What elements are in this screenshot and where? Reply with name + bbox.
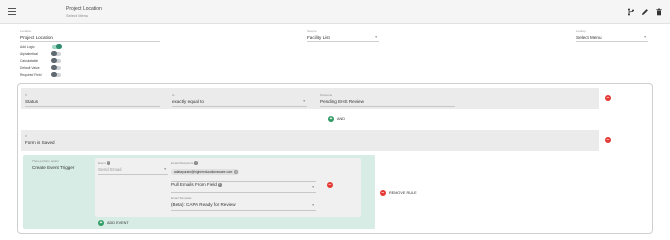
source-select[interactable]: Source Facility List ▾ — [307, 29, 379, 42]
top-bar: Project Location Select Menu — [0, 0, 670, 24]
lookup-value: Select Menu — [576, 35, 602, 40]
toggle-required-field[interactable]: Required Field — [20, 71, 80, 78]
delete-icon[interactable] — [655, 8, 663, 16]
condition-operator-select[interactable]: Is exactly equal to ▾ — [172, 93, 307, 106]
remove-field-icon[interactable]: − — [327, 182, 333, 188]
remove-condition-icon[interactable]: − — [605, 95, 611, 101]
chevron-down-icon: ▾ — [164, 167, 166, 171]
email-chip[interactable]: adatapuram@highereducationsware.com × — [171, 169, 240, 175]
close-icon[interactable]: × — [234, 170, 239, 174]
email-template-select[interactable]: Email Template (Beta): CAPA Ready for Re… — [171, 196, 316, 210]
chevron-down-icon: ▾ — [303, 99, 305, 103]
remove-condition-icon[interactable]: − — [605, 137, 611, 143]
event-config-panel: Event i Send Email ▾ Email Recipients i ad… — [95, 158, 361, 217]
chevron-down-icon: ▾ — [312, 203, 314, 207]
menu-icon[interactable] — [8, 8, 16, 16]
lookup-select[interactable]: Lookup Select Menu ▾ — [576, 29, 648, 42]
action-select[interactable]: Then perform action Create Event Trigger — [32, 159, 87, 172]
toggle-switch[interactable] — [51, 71, 61, 78]
toggle-default-value[interactable]: Default Value — [20, 64, 80, 71]
edit-icon[interactable] — [641, 8, 649, 16]
location-field[interactable]: Location Project Location — [20, 29, 160, 42]
toggle-switch[interactable] — [51, 64, 61, 71]
page-title: Project Location — [66, 6, 102, 12]
toggle-switch[interactable] — [52, 43, 62, 50]
toggle-switch[interactable] — [51, 57, 61, 64]
toggle-calculatable[interactable]: Calculatable — [20, 57, 80, 64]
branch-icon[interactable] — [627, 8, 635, 16]
info-icon: i — [194, 161, 198, 165]
info-icon: i — [106, 161, 111, 165]
plus-icon: + — [98, 220, 104, 226]
plus-icon: + — [328, 116, 334, 122]
toggle-switch[interactable] — [51, 50, 61, 57]
chevron-down-icon: ▾ — [644, 35, 646, 39]
info-icon: i — [217, 182, 222, 187]
trigger-field-select[interactable]: If Form is Saved — [25, 134, 160, 148]
condition-row: If Status Is exactly equal to ▾ Outcome … — [21, 88, 599, 109]
email-recipients-field[interactable]: Email Recipients i adatapuram@highereduca… — [171, 161, 316, 181]
toggle-add-logic[interactable]: Add Logic — [20, 43, 80, 50]
rule-builder: If Status Is exactly equal to ▾ Outcome … — [17, 83, 653, 234]
toggle-alphabetical[interactable]: Alphabetical — [20, 50, 80, 57]
chevron-down-icon: ▾ — [375, 35, 377, 39]
page-subtitle: Select Menu — [66, 13, 89, 18]
remove-icon: − — [380, 190, 386, 196]
condition-field-select[interactable]: If Status — [25, 93, 160, 106]
condition-value-select[interactable]: Outcome Pending EHS Review — [320, 93, 455, 106]
event-type-select[interactable]: Event i Send Email ▾ — [98, 161, 168, 174]
pull-emails-select[interactable]: Pull Emails From Field i ▾ — [171, 182, 316, 192]
event-block: Then perform action Create Event Trigger… — [23, 155, 375, 229]
chevron-down-icon: ▾ — [312, 185, 314, 189]
source-value: Facility List — [307, 35, 330, 40]
location-value: Project Location — [20, 35, 53, 40]
condition-row: If Form is Saved — [21, 130, 599, 151]
